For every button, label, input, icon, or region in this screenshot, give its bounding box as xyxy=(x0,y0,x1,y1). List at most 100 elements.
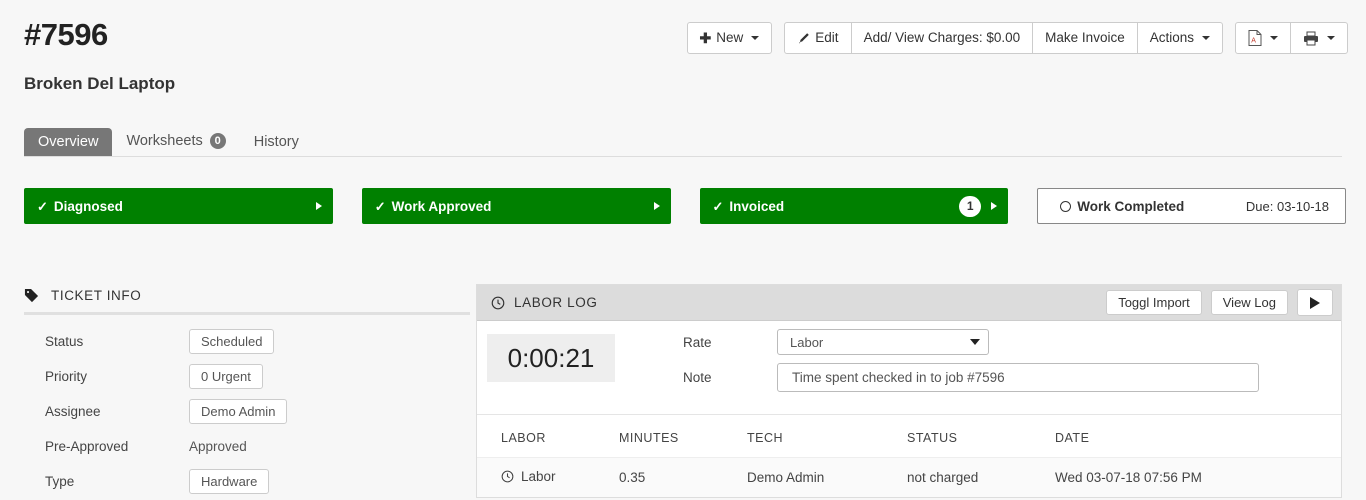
field-label-type: Type xyxy=(45,474,75,489)
cell-labor-wrap: Labor xyxy=(501,469,556,484)
status-step-work-completed-label-wrap: Work Completed xyxy=(1060,199,1184,214)
chevron-down-icon xyxy=(970,339,980,345)
rate-label: Rate xyxy=(683,334,712,350)
svg-text:A: A xyxy=(1251,38,1256,45)
plus-icon: ✚ xyxy=(699,30,712,46)
main-actions-group: Edit Add/ View Charges: $0.00 Make Invoi… xyxy=(784,22,1223,54)
rate-select-value: Labor xyxy=(790,334,824,350)
field-label-status: Status xyxy=(45,334,84,349)
page-header: #7596 Broken Del Laptop ✚ New Edit Add/ … xyxy=(0,0,1366,93)
ticket-detail-page: #7596 Broken Del Laptop ✚ New Edit Add/ … xyxy=(0,0,1366,500)
status-step-invoiced-label: Invoiced xyxy=(729,198,785,214)
tab-worksheets-badge: 0 xyxy=(209,133,226,149)
due-date-text: Due: 03-10-18 xyxy=(1245,198,1330,214)
field-value-type[interactable]: Hardware xyxy=(189,469,270,494)
labor-log-header-actions: Toggl Import View Log xyxy=(1106,289,1333,316)
new-button[interactable]: ✚ New xyxy=(686,22,773,54)
cell-labor-text: Labor xyxy=(521,469,556,484)
table-row[interactable]: Labor 0.35 Demo Admin not charged Wed 03… xyxy=(477,457,1341,497)
labor-log-header: LABOR LOG Toggl Import View Log xyxy=(477,285,1341,321)
labor-log-table: LABOR MINUTES TECH STATUS DATE Labor 0.3… xyxy=(477,415,1341,497)
actions-button[interactable]: Actions xyxy=(1136,22,1223,54)
status-step-work-completed-label: Work Completed xyxy=(1077,198,1185,214)
workflow-status-strip: ✓ Diagnosed ✓ Work Approved ✓ Invoiced 1 xyxy=(24,188,1347,224)
labor-log-table-body: Labor 0.35 Demo Admin not charged Wed 03… xyxy=(477,457,1341,497)
labor-log-entry-form: 0:00:21 Rate Labor Note xyxy=(477,321,1341,415)
status-step-work-completed[interactable]: Work Completed Due: 03-10-18 xyxy=(1037,188,1347,224)
start-timer-button[interactable] xyxy=(1297,289,1333,316)
status-step-work-approved[interactable]: ✓ Work Approved xyxy=(361,188,671,224)
export-actions-group: A xyxy=(1235,22,1348,54)
tag-icon xyxy=(24,288,39,303)
tab-worksheets[interactable]: Worksheets 0 xyxy=(112,126,239,156)
field-value-status[interactable]: Scheduled xyxy=(189,329,275,354)
ticket-info-row-assignee: Assignee Demo Admin xyxy=(24,394,470,429)
cell-status: not charged xyxy=(907,457,1055,497)
make-invoice-button[interactable]: Make Invoice xyxy=(1032,22,1138,54)
status-step-diagnosed-label: Diagnosed xyxy=(53,198,123,214)
column-header-status: STATUS xyxy=(907,431,958,445)
column-header-date: DATE xyxy=(1055,431,1090,445)
status-step-diagnosed-label-wrap: ✓ Diagnosed xyxy=(37,199,123,214)
chevron-down-icon xyxy=(1327,36,1335,40)
ticket-info-rows: Status Scheduled Priority 0 Urgent Assig… xyxy=(24,315,470,499)
table-header-row: LABOR MINUTES TECH STATUS DATE xyxy=(477,415,1341,458)
status-step-invoiced-label-wrap: ✓ Invoiced xyxy=(713,199,785,214)
tab-history[interactable]: History xyxy=(240,128,313,157)
toggl-import-button[interactable]: Toggl Import xyxy=(1106,290,1202,315)
field-value-pre-approved: Approved xyxy=(189,439,247,454)
chevron-down-icon xyxy=(1270,36,1278,40)
tab-overview[interactable]: Overview xyxy=(24,127,113,156)
status-step-diagnosed[interactable]: ✓ Diagnosed xyxy=(24,188,333,224)
pdf-export-button[interactable]: A xyxy=(1235,22,1291,54)
actions-button-label: Actions xyxy=(1149,30,1194,45)
rate-select[interactable]: Labor xyxy=(777,329,989,355)
ticket-info-row-priority: Priority 0 Urgent xyxy=(24,359,470,394)
page-title: #7596 xyxy=(24,17,108,52)
tab-overview-label: Overview xyxy=(38,133,99,150)
edit-button-label: Edit xyxy=(815,30,839,45)
cell-minutes: 0.35 xyxy=(619,457,747,497)
chevron-down-icon xyxy=(751,36,760,40)
chevron-down-icon xyxy=(1202,36,1210,40)
view-log-button[interactable]: View Log xyxy=(1210,290,1288,315)
tab-history-label: History xyxy=(253,133,299,150)
ticket-tabs: Overview Worksheets 0 History xyxy=(24,124,1342,157)
ticket-info-row-type: Type Hardware xyxy=(24,464,470,499)
clock-icon xyxy=(501,470,514,483)
field-value-priority[interactable]: 0 Urgent xyxy=(189,364,263,389)
pencil-icon xyxy=(799,32,810,43)
make-invoice-label: Make Invoice xyxy=(1045,30,1125,45)
check-circle-icon: ✓ xyxy=(37,198,48,214)
chevron-right-icon xyxy=(315,202,322,210)
circle-outline-icon xyxy=(1060,200,1072,212)
status-step-invoiced[interactable]: ✓ Invoiced 1 xyxy=(699,188,1009,224)
chevron-right-icon xyxy=(991,202,998,210)
new-button-group: ✚ New xyxy=(686,22,773,54)
note-input[interactable] xyxy=(777,363,1259,392)
ticket-info-row-pre-approved: Pre-Approved Approved xyxy=(24,429,470,464)
labor-log-title: LABOR LOG xyxy=(514,295,598,310)
chevron-right-icon xyxy=(653,202,660,210)
edit-button[interactable]: Edit xyxy=(784,22,852,54)
column-header-labor: LABOR xyxy=(501,431,546,445)
ticket-info-panel: TICKET INFO Status Scheduled Priority 0 … xyxy=(24,288,470,499)
labor-entry-fields: Rate Labor Note xyxy=(683,329,1331,400)
labor-log-table-head: LABOR MINUTES TECH STATUS DATE xyxy=(477,415,1341,458)
rate-row: Rate Labor xyxy=(683,329,1331,355)
status-step-work-approved-label-wrap: ✓ Work Approved xyxy=(375,199,492,214)
print-button[interactable] xyxy=(1290,22,1348,54)
play-icon xyxy=(1310,296,1320,309)
pdf-file-icon: A xyxy=(1248,30,1262,46)
timer-display: 0:00:21 xyxy=(487,334,615,382)
field-value-assignee[interactable]: Demo Admin xyxy=(189,399,288,424)
clock-icon xyxy=(491,296,505,309)
labor-log-panel: LABOR LOG Toggl Import View Log 0:00:21 … xyxy=(476,284,1342,498)
ticket-subject: Broken Del Laptop xyxy=(24,74,176,93)
ticket-info-title: TICKET INFO xyxy=(51,288,142,303)
add-view-charges-button[interactable]: Add/ View Charges: $0.00 xyxy=(850,22,1034,54)
field-label-pre-approved: Pre-Approved xyxy=(45,439,129,454)
column-header-tech: TECH xyxy=(747,431,784,445)
column-header-minutes: MINUTES xyxy=(619,431,679,445)
status-step-work-approved-label: Work Approved xyxy=(391,198,492,214)
